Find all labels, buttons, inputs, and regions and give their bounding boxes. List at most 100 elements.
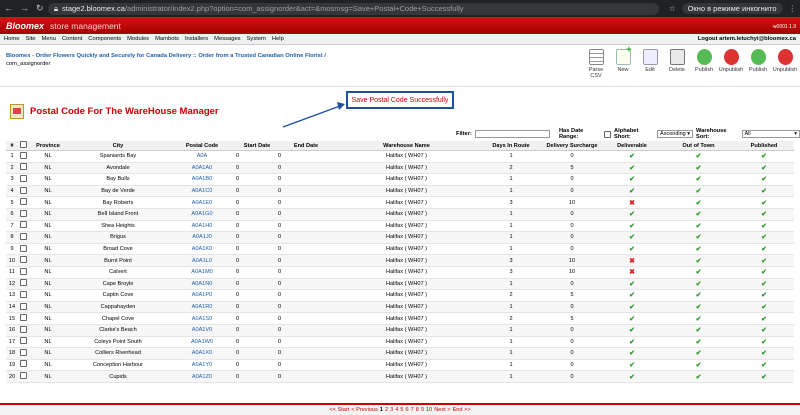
pager-start[interactable]: << Start: [329, 407, 349, 413]
check-icon[interactable]: ✔: [761, 258, 767, 265]
check-icon[interactable]: ✔: [696, 211, 702, 218]
check-icon[interactable]: ✔: [629, 188, 635, 195]
check-icon[interactable]: ✔: [629, 165, 635, 172]
row-checkbox[interactable]: [19, 279, 27, 287]
check-icon[interactable]: ✔: [761, 165, 767, 172]
filter-input[interactable]: [474, 130, 550, 138]
row-checkbox[interactable]: [19, 314, 27, 322]
check-icon[interactable]: ✔: [696, 292, 702, 299]
check-icon[interactable]: ✔: [761, 223, 767, 230]
postal-code-link[interactable]: A0A1Y0: [168, 359, 236, 372]
row-checkbox[interactable]: [19, 256, 27, 264]
check-icon[interactable]: ✔: [696, 281, 702, 288]
postal-code-link[interactable]: A0A1B0: [168, 173, 236, 186]
pager-page-4[interactable]: 4: [395, 407, 398, 413]
row-checkbox[interactable]: [19, 198, 27, 206]
check-icon[interactable]: ✔: [696, 246, 702, 253]
date-range-checkbox[interactable]: [604, 130, 612, 138]
pager-end[interactable]: End >>: [453, 407, 471, 413]
pager-page-8[interactable]: 8: [416, 407, 419, 413]
check-icon[interactable]: ✔: [629, 304, 635, 311]
row-checkbox[interactable]: [19, 174, 27, 182]
check-icon[interactable]: ✔: [761, 176, 767, 183]
row-checkbox[interactable]: [19, 302, 27, 310]
postal-code-link[interactable]: A0A1L0: [168, 254, 236, 267]
pager-page-5[interactable]: 5: [400, 407, 403, 413]
check-icon[interactable]: ✔: [629, 374, 635, 381]
check-icon[interactable]: ✔: [761, 211, 767, 218]
row-checkbox[interactable]: [19, 186, 27, 194]
check-icon[interactable]: ✔: [761, 234, 767, 241]
row-checkbox[interactable]: [19, 360, 27, 368]
cross-icon[interactable]: ✖: [629, 200, 635, 207]
postal-code-link[interactable]: A0A1N0: [168, 278, 236, 291]
check-icon[interactable]: ✔: [761, 281, 767, 288]
check-icon[interactable]: ✔: [629, 153, 635, 160]
check-icon[interactable]: ✔: [696, 188, 702, 195]
postal-code-link[interactable]: A0A1C0: [168, 185, 236, 198]
check-icon[interactable]: ✔: [696, 350, 702, 357]
row-checkbox[interactable]: [19, 232, 27, 240]
check-icon[interactable]: ✔: [629, 362, 635, 369]
check-icon[interactable]: ✔: [629, 339, 635, 346]
pager-page-2[interactable]: 2: [385, 407, 388, 413]
check-icon[interactable]: ✔: [696, 374, 702, 381]
check-icon[interactable]: ✔: [696, 304, 702, 311]
warehouse-sort-select[interactable]: All ▾: [741, 130, 800, 138]
postal-code-link[interactable]: A0A1E0: [168, 196, 236, 209]
check-icon[interactable]: ✔: [629, 327, 635, 334]
check-icon[interactable]: ✔: [629, 211, 635, 218]
check-icon[interactable]: ✔: [761, 327, 767, 334]
row-checkbox[interactable]: [19, 267, 27, 275]
row-checkbox[interactable]: [19, 290, 27, 298]
check-icon[interactable]: ✔: [629, 234, 635, 241]
postal-code-link[interactable]: A0A1V0: [168, 324, 236, 337]
check-icon[interactable]: ✔: [629, 316, 635, 323]
check-icon[interactable]: ✔: [629, 292, 635, 299]
check-icon[interactable]: ✔: [696, 165, 702, 172]
check-icon[interactable]: ✔: [761, 269, 767, 276]
check-icon[interactable]: ✔: [761, 350, 767, 357]
check-icon[interactable]: ✔: [696, 316, 702, 323]
postal-code-link[interactable]: A0A1S0: [168, 312, 236, 325]
row-checkbox[interactable]: [19, 209, 27, 217]
check-icon[interactable]: ✔: [629, 281, 635, 288]
row-checkbox[interactable]: [19, 372, 27, 380]
pager-next[interactable]: Next >: [434, 407, 450, 413]
check-icon[interactable]: ✔: [761, 362, 767, 369]
postal-code-link[interactable]: A0A: [168, 150, 236, 163]
postal-code-link[interactable]: A0A1X0: [168, 347, 236, 360]
check-icon[interactable]: ✔: [761, 316, 767, 323]
check-icon[interactable]: ✔: [761, 246, 767, 253]
cross-icon[interactable]: ✖: [629, 258, 635, 265]
postal-code-link[interactable]: A0A1A0: [168, 162, 236, 175]
check-icon[interactable]: ✔: [696, 362, 702, 369]
check-icon[interactable]: ✔: [696, 327, 702, 334]
postal-code-link[interactable]: A0A1G0: [168, 208, 236, 221]
postal-code-link[interactable]: A0A1K0: [168, 243, 236, 256]
column-header[interactable]: [18, 141, 28, 151]
row-checkbox[interactable]: [19, 348, 27, 356]
postal-code-link[interactable]: A0A1P0: [168, 289, 236, 302]
row-checkbox[interactable]: [19, 337, 27, 345]
row-checkbox[interactable]: [19, 163, 27, 171]
pager-page-3[interactable]: 3: [390, 407, 393, 413]
check-icon[interactable]: ✔: [629, 176, 635, 183]
postal-code-link[interactable]: A0A1Z0: [168, 370, 236, 383]
postal-code-link[interactable]: A0A1R0: [168, 301, 236, 314]
row-checkbox[interactable]: [19, 244, 27, 252]
check-icon[interactable]: ✔: [761, 374, 767, 381]
pager-previous[interactable]: < Previous: [351, 407, 378, 413]
check-icon[interactable]: ✔: [761, 188, 767, 195]
cross-icon[interactable]: ✖: [629, 269, 635, 276]
check-icon[interactable]: ✔: [629, 246, 635, 253]
check-icon[interactable]: ✔: [629, 350, 635, 357]
check-icon[interactable]: ✔: [696, 339, 702, 346]
pager-page-9[interactable]: 9: [421, 407, 424, 413]
check-icon[interactable]: ✔: [696, 200, 702, 207]
postal-code-link[interactable]: A0A1M0: [168, 266, 236, 279]
postal-code-link[interactable]: A0A1W0: [168, 336, 236, 349]
alpha-sort-select[interactable]: Ascending ▾: [657, 130, 694, 138]
check-icon[interactable]: ✔: [761, 339, 767, 346]
row-checkbox[interactable]: [19, 151, 27, 159]
